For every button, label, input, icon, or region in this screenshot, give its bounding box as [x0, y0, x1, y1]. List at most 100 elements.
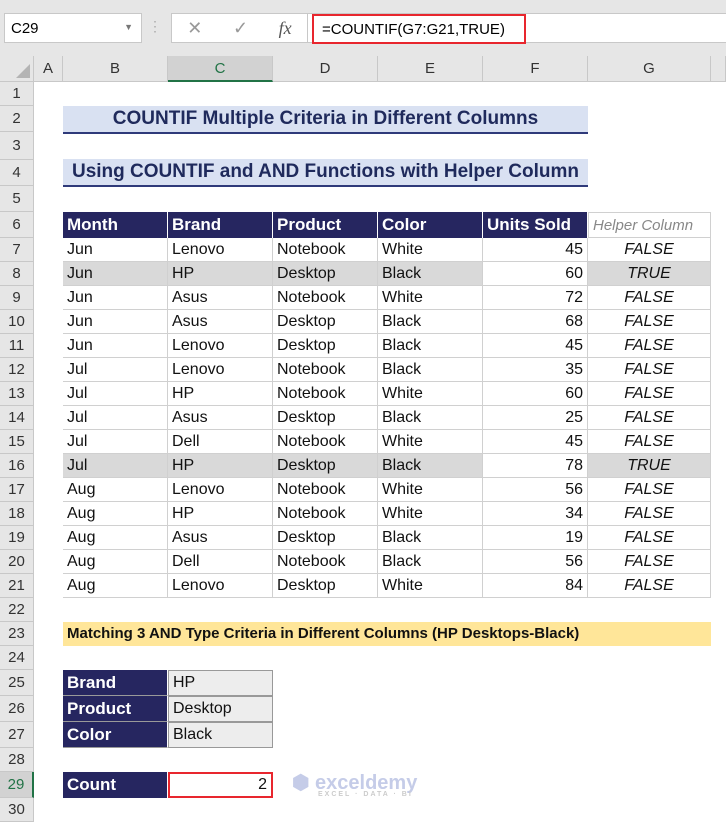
row-header-14[interactable]: 14 — [0, 406, 34, 430]
table-cell[interactable]: Black — [378, 550, 483, 574]
table-cell[interactable]: 60 — [483, 262, 588, 286]
enter-icon[interactable]: ✓ — [233, 18, 248, 39]
table-cell[interactable]: Asus — [168, 526, 273, 550]
table-cell[interactable]: FALSE — [588, 526, 711, 550]
table-cell[interactable]: Jun — [63, 310, 168, 334]
table-cell[interactable]: 45 — [483, 334, 588, 358]
table-cell[interactable]: Desktop — [273, 454, 378, 478]
row-header-13[interactable]: 13 — [0, 382, 34, 406]
table-cell[interactable]: White — [378, 502, 483, 526]
row-header-26[interactable]: 26 — [0, 696, 34, 722]
row-header-17[interactable]: 17 — [0, 478, 34, 502]
table-cell[interactable]: White — [378, 430, 483, 454]
table-cell[interactable]: FALSE — [588, 286, 711, 310]
table-cell[interactable]: Jul — [63, 382, 168, 406]
column-header-D[interactable]: D — [273, 56, 378, 82]
cancel-icon[interactable]: ✕ — [187, 18, 202, 39]
row-header-1[interactable]: 1 — [0, 82, 34, 106]
row-header-23[interactable]: 23 — [0, 622, 34, 646]
table-cell[interactable]: Aug — [63, 526, 168, 550]
table-cell[interactable]: Aug — [63, 502, 168, 526]
column-header-B[interactable]: B — [63, 56, 168, 82]
criteria-value[interactable]: Desktop — [168, 696, 273, 722]
table-cell[interactable]: 72 — [483, 286, 588, 310]
column-header-F[interactable]: F — [483, 56, 588, 82]
table-cell[interactable]: Notebook — [273, 550, 378, 574]
table-cell[interactable]: 45 — [483, 430, 588, 454]
table-cell[interactable]: Notebook — [273, 502, 378, 526]
row-header-20[interactable]: 20 — [0, 550, 34, 574]
table-cell[interactable]: FALSE — [588, 334, 711, 358]
table-cell[interactable]: Black — [378, 358, 483, 382]
table-cell[interactable]: Notebook — [273, 286, 378, 310]
row-header-7[interactable]: 7 — [0, 238, 34, 262]
table-cell[interactable]: Notebook — [273, 478, 378, 502]
table-cell[interactable]: Dell — [168, 550, 273, 574]
column-header-A[interactable]: A — [34, 56, 63, 82]
table-cell[interactable]: Lenovo — [168, 334, 273, 358]
table-cell[interactable]: 45 — [483, 238, 588, 262]
row-header-22[interactable]: 22 — [0, 598, 34, 622]
table-cell[interactable]: 84 — [483, 574, 588, 598]
table-cell[interactable]: Black — [378, 310, 483, 334]
criteria-value[interactable]: Black — [168, 722, 273, 748]
table-cell[interactable]: Black — [378, 334, 483, 358]
table-cell[interactable]: Asus — [168, 406, 273, 430]
row-header-27[interactable]: 27 — [0, 722, 34, 748]
table-cell[interactable]: Aug — [63, 574, 168, 598]
table-cell[interactable]: Desktop — [273, 262, 378, 286]
column-header-G[interactable]: G — [588, 56, 711, 82]
table-cell[interactable]: Jun — [63, 286, 168, 310]
formula-text[interactable]: =COUNTIF(G7:G21,TRUE) — [312, 14, 526, 44]
table-cell[interactable]: 78 — [483, 454, 588, 478]
row-header-19[interactable]: 19 — [0, 526, 34, 550]
table-cell[interactable]: Desktop — [273, 310, 378, 334]
table-cell[interactable]: Black — [378, 406, 483, 430]
table-cell[interactable]: FALSE — [588, 238, 711, 262]
table-cell[interactable]: 34 — [483, 502, 588, 526]
table-cell[interactable]: Black — [378, 454, 483, 478]
criteria-value[interactable]: HP — [168, 670, 273, 696]
table-cell[interactable]: Jul — [63, 430, 168, 454]
table-cell[interactable]: Desktop — [273, 574, 378, 598]
table-cell[interactable]: Desktop — [273, 334, 378, 358]
table-cell[interactable]: TRUE — [588, 262, 711, 286]
table-cell[interactable]: White — [378, 286, 483, 310]
table-cell[interactable]: 56 — [483, 550, 588, 574]
table-cell[interactable]: FALSE — [588, 502, 711, 526]
row-header-6[interactable]: 6 — [0, 212, 34, 238]
row-header-4[interactable]: 4 — [0, 160, 34, 186]
table-cell[interactable]: 25 — [483, 406, 588, 430]
row-header-24[interactable]: 24 — [0, 646, 34, 670]
table-cell[interactable]: HP — [168, 454, 273, 478]
table-cell[interactable]: Asus — [168, 286, 273, 310]
table-cell[interactable]: Lenovo — [168, 478, 273, 502]
table-cell[interactable]: White — [378, 238, 483, 262]
row-header-5[interactable]: 5 — [0, 186, 34, 212]
table-cell[interactable]: Jun — [63, 238, 168, 262]
table-cell[interactable]: Desktop — [273, 406, 378, 430]
table-cell[interactable]: Lenovo — [168, 238, 273, 262]
table-cell[interactable]: Dell — [168, 430, 273, 454]
table-cell[interactable]: Notebook — [273, 238, 378, 262]
table-cell[interactable]: Jul — [63, 358, 168, 382]
row-header-12[interactable]: 12 — [0, 358, 34, 382]
column-header-H[interactable] — [711, 56, 726, 82]
table-cell[interactable]: Jun — [63, 334, 168, 358]
table-cell[interactable]: Jun — [63, 262, 168, 286]
table-cell[interactable]: FALSE — [588, 406, 711, 430]
table-cell[interactable]: Jul — [63, 454, 168, 478]
table-cell[interactable]: Aug — [63, 478, 168, 502]
count-cell[interactable]: 2 — [168, 772, 273, 798]
table-cell[interactable]: FALSE — [588, 478, 711, 502]
table-cell[interactable]: Jul — [63, 406, 168, 430]
row-header-29[interactable]: 29 — [0, 772, 34, 798]
row-header-9[interactable]: 9 — [0, 286, 34, 310]
insert-function-icon[interactable]: fx — [279, 18, 292, 39]
name-box[interactable]: C29 ▼ — [4, 13, 142, 43]
table-cell[interactable]: FALSE — [588, 358, 711, 382]
row-header-3[interactable]: 3 — [0, 132, 34, 160]
table-cell[interactable]: Notebook — [273, 430, 378, 454]
table-cell[interactable]: HP — [168, 382, 273, 406]
row-header-10[interactable]: 10 — [0, 310, 34, 334]
